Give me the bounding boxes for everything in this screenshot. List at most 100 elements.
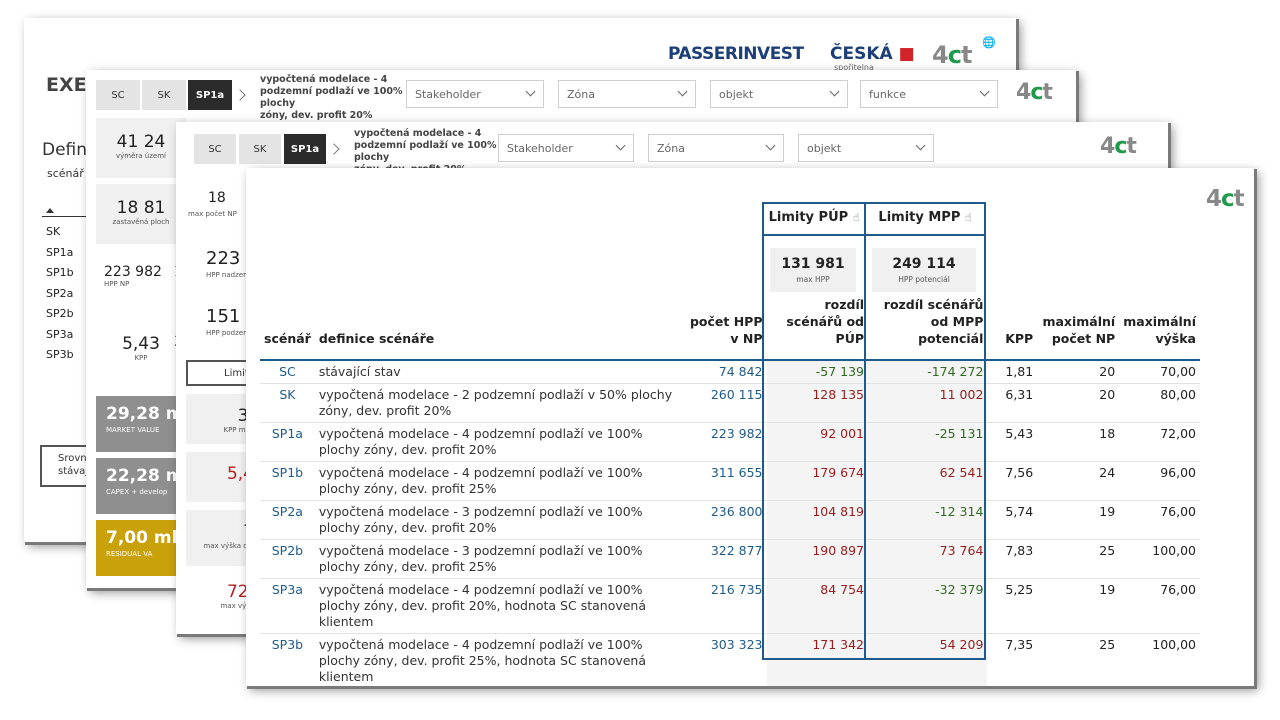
cell-pocet-hpp: 303 323 — [684, 633, 767, 686]
cell-max-pocet-np: 20 — [1037, 360, 1120, 384]
pup-column-frame — [762, 202, 866, 660]
dropdown-value: Zóna — [657, 141, 685, 155]
kpi-label: KPP — [134, 354, 148, 362]
scenario-list-item[interactable]: SP1b — [46, 263, 74, 284]
cell-max-vyska: 72,00 — [1119, 422, 1200, 462]
table-row[interactable]: SP1b vypočtená modelace - 4 podzemní podl… — [260, 461, 1200, 501]
money-value: 29,28 m — [106, 404, 184, 424]
fourct-logo: 4ct — [1206, 186, 1245, 212]
kpi-value: 18 — [208, 190, 226, 206]
cell-kpp: 5,74 — [987, 500, 1038, 540]
table-row[interactable]: SP3a vypočtená modelace - 4 podzemní podl… — [260, 578, 1200, 634]
col-header-max-vyska[interactable]: maximální výška — [1119, 296, 1200, 360]
ceska-logo-text: ČESKÁ — [830, 44, 893, 64]
tab-sk[interactable]: SK — [239, 134, 281, 164]
chevron-right-icon — [328, 143, 340, 155]
cell-max-pocet-np: 19 — [1037, 578, 1120, 634]
mpp-column-frame — [864, 202, 986, 660]
cell-pocet-hpp: 223 982 — [684, 422, 767, 462]
scenario-list: SK SP1a SP1b SP2a SP2b SP3a SP3b — [46, 222, 74, 366]
kpi-value: 3, — [186, 406, 254, 426]
dropdown-value: Stakeholder — [415, 87, 481, 101]
scenario-list-item[interactable]: SP3a — [46, 325, 74, 346]
table-row[interactable]: SP2b vypočtená modelace - 3 podzemní podl… — [260, 539, 1200, 579]
breadcrumb-line: podzemní podlaží ve 100% plochy — [354, 140, 497, 163]
table-row[interactable]: SP2a vypočtená modelace - 3 podzemní podl… — [260, 500, 1200, 540]
kpi-value: 5,43 — [122, 334, 160, 354]
cell-definition: vypočtená modelace - 4 podzemní podlaží … — [314, 633, 685, 686]
cell-scenario: SK — [260, 383, 315, 423]
sort-asc-icon[interactable] — [46, 208, 54, 213]
cell-max-vyska: 76,00 — [1119, 578, 1200, 634]
scenario-list-item[interactable]: SP1a — [46, 243, 74, 264]
table-row[interactable]: SC stávající stav 74 842 -57 139 -174 272 1,8… — [260, 360, 1200, 384]
chevron-down-icon — [615, 140, 626, 151]
scenario-breadcrumb: vypočtená modelace - 4 podzemní podlaží … — [260, 74, 430, 122]
cell-definition: vypočtená modelace - 4 podzemní podlaží … — [314, 578, 685, 634]
breadcrumb-line: vypočtená modelace - 4 — [260, 74, 388, 85]
cell-scenario: SP3b — [260, 633, 315, 686]
col-header-max-pocet-np[interactable]: maximální počet NP — [1037, 296, 1119, 360]
scenario-header: scénář — [47, 167, 84, 180]
chevron-down-icon — [677, 86, 688, 97]
tab-sc[interactable]: SC — [194, 134, 236, 164]
kpi-max-vyska: 7 max výška dle — [186, 510, 254, 566]
tab-sk[interactable]: SK — [142, 80, 186, 110]
col-header-definice[interactable]: definice scénáře — [315, 296, 685, 360]
tab-sp1a[interactable]: SP1a — [188, 80, 232, 110]
kpi-value: 223 — [206, 248, 241, 269]
kpi-label: výměra území — [116, 152, 166, 160]
kpi-max-pocet-np: 18 max počet NP — [188, 190, 237, 218]
zona-dropdown[interactable]: Zóna — [648, 134, 784, 162]
money-value: 22,28 m — [106, 466, 184, 486]
kpi-hpp-nadzem: 223 HPP nadzem — [206, 248, 250, 279]
chevron-down-icon — [979, 86, 990, 97]
col-header-kpp[interactable]: KPP — [987, 296, 1037, 360]
zona-dropdown[interactable]: Zóna — [558, 80, 696, 108]
money-label: RESIDUAL VA — [106, 550, 153, 558]
funkce-dropdown[interactable]: funkce — [860, 80, 998, 108]
cell-pocet-hpp: 74 842 — [684, 360, 767, 384]
kpi-kpp: 5,43 KPP — [96, 320, 186, 380]
cell-max-pocet-np: 25 — [1037, 633, 1120, 686]
kpi-kf: 5,4 KF — [186, 452, 254, 502]
scenario-list-item[interactable]: SP3b — [46, 345, 74, 366]
kpi-label: HPP nadzem — [206, 271, 250, 279]
col-header-scenar[interactable]: scénář — [260, 296, 315, 360]
dropdown-value: objekt — [719, 87, 754, 101]
cell-pocet-hpp: 260 115 — [684, 383, 767, 423]
cell-max-vyska: 100,00 — [1119, 539, 1200, 579]
cell-definition: vypočtená modelace - 3 podzemní podlaží … — [314, 539, 685, 579]
chevron-right-icon — [234, 89, 246, 101]
cell-kpp: 5,43 — [987, 422, 1038, 462]
kpi-value: 151 — [206, 306, 241, 327]
cell-scenario: SP1b — [260, 461, 315, 501]
tab-sp1a[interactable]: SP1a — [284, 134, 326, 164]
kpi-value: 7 — [186, 522, 254, 542]
col-header-pocet-hpp[interactable]: počet HPP v NP — [685, 296, 767, 360]
cell-definition: vypočtená modelace - 4 podzemní podlaží … — [314, 461, 685, 501]
objekt-dropdown[interactable]: objekt — [710, 80, 848, 108]
cell-max-pocet-np: 19 — [1037, 500, 1120, 540]
tab-sc[interactable]: SC — [96, 80, 140, 110]
stakeholder-dropdown[interactable]: Stakeholder — [498, 134, 634, 162]
dropdown-value: funkce — [869, 87, 907, 101]
kpi-zastavena-plocha: 18 81 zastavěná ploch — [96, 184, 186, 244]
cell-max-vyska: 80,00 — [1119, 383, 1200, 423]
kpi-hpp-np: 223 982 HPP NP — [96, 250, 186, 310]
cell-definition: vypočtená modelace - 2 podzemní podlaží … — [314, 383, 685, 423]
scenario-list-item[interactable]: SP2a — [46, 284, 74, 305]
scenario-comparison-card: 4ct Limity PÚP ☝ Limity MPP ☝ 131 981 ma… — [246, 168, 1254, 686]
cell-kpp: 7,56 — [987, 461, 1038, 501]
scenario-list-item[interactable]: SP2b — [46, 304, 74, 325]
kpi-label: HPP podzem — [206, 329, 250, 337]
kpi-value: 5,4 — [226, 464, 254, 484]
stakeholder-dropdown[interactable]: Stakeholder — [406, 80, 544, 108]
table-row[interactable]: SP1a vypočtená modelace - 4 podzemní podl… — [260, 422, 1200, 462]
objekt-dropdown[interactable]: objekt — [798, 134, 934, 162]
kpi-hpp-podzem: 151 HPP podzem — [206, 306, 250, 337]
cell-definition: vypočtená modelace - 4 podzemní podlaží … — [314, 422, 685, 462]
table-row[interactable]: SP3b vypočtená modelace - 4 podzemní podl… — [260, 633, 1200, 686]
table-row[interactable]: SK vypočtená modelace - 2 podzemní podlaž… — [260, 383, 1200, 423]
scenario-list-item[interactable]: SK — [46, 222, 74, 243]
